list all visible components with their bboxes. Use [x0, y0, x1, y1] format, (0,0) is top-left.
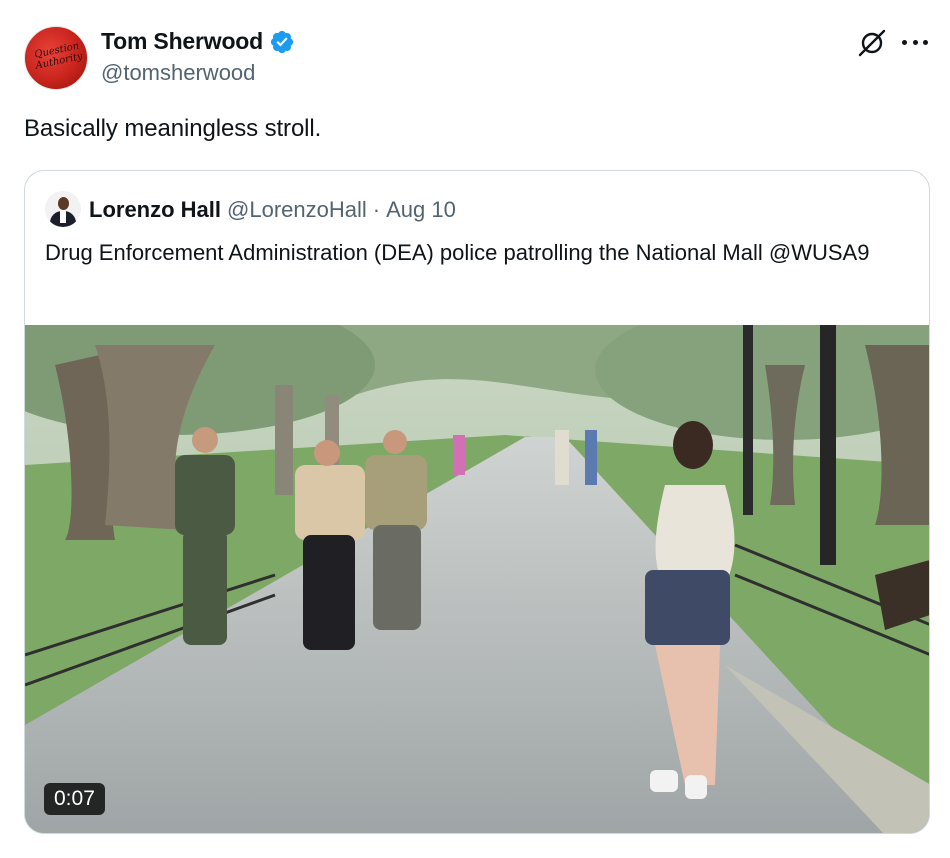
author-avatar[interactable]: Question Authority	[24, 26, 88, 90]
quoted-author-avatar[interactable]	[45, 191, 81, 227]
quoted-display-name[interactable]: Lorenzo Hall	[89, 197, 221, 223]
quoted-handle[interactable]: @LorenzoHall	[227, 197, 367, 223]
quoted-separator: ·	[372, 197, 381, 222]
quoted-date[interactable]: Aug 10	[386, 197, 456, 223]
tweet-text: Basically meaningless stroll.	[24, 115, 322, 142]
video-duration-badge: 0:07	[44, 783, 105, 815]
more-options-icon[interactable]	[902, 40, 928, 46]
quoted-tweet[interactable]: Lorenzo Hall @LorenzoHall · Aug 10 Drug …	[24, 170, 930, 834]
avatar-logo-text: Question Authority	[33, 40, 84, 72]
quoted-text: Drug Enforcement Administration (DEA) po…	[45, 240, 870, 265]
verified-badge-icon[interactable]	[269, 29, 295, 55]
video-player[interactable]: 0:07	[25, 325, 929, 833]
quoted-header: Lorenzo Hall @LorenzoHall · Aug 10	[89, 197, 456, 223]
author-name-row: Tom Sherwood	[101, 28, 295, 55]
author-handle[interactable]: @tomsherwood	[101, 60, 255, 86]
grok-icon[interactable]	[857, 28, 887, 58]
tweet[interactable]: Question Authority Tom Sherwood @tomsher…	[0, 0, 950, 858]
video-frame	[25, 325, 929, 833]
author-display-name[interactable]: Tom Sherwood	[101, 28, 263, 55]
